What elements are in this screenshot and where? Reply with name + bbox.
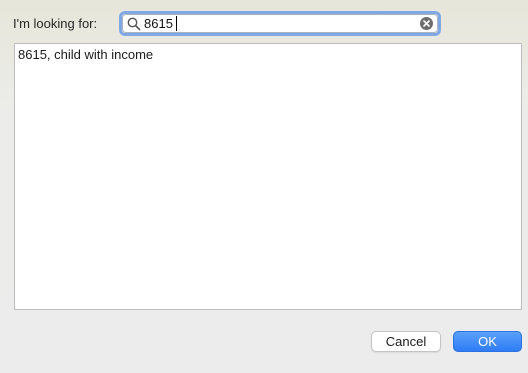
search-icon: [127, 17, 141, 31]
list-item[interactable]: 8615, child with income: [18, 47, 153, 63]
search-field[interactable]: [119, 11, 441, 36]
ok-button[interactable]: OK: [453, 331, 522, 352]
find-dialog: I'm looking for: 8615, child with income…: [0, 0, 528, 373]
cancel-button[interactable]: Cancel: [371, 331, 441, 352]
search-input[interactable]: [144, 15, 414, 33]
results-list[interactable]: 8615, child with income: [14, 43, 522, 310]
search-label: I'm looking for:: [13, 16, 98, 31]
text-caret: [176, 16, 177, 31]
clear-icon[interactable]: [419, 16, 434, 31]
